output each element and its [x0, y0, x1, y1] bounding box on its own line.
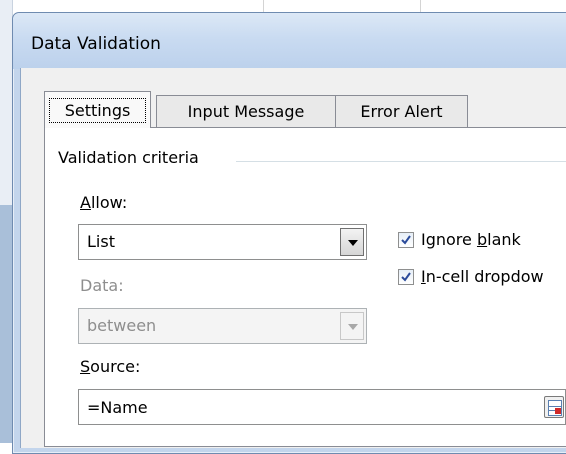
ignore-blank-checkbox[interactable] [398, 232, 414, 248]
ignore-blank-label[interactable]: Ignore blank [421, 230, 521, 249]
checkmark-icon [401, 272, 411, 282]
source-label: Source: [80, 357, 141, 376]
checkmark-icon [401, 235, 411, 245]
tab-input-message-label: Input Message [187, 102, 305, 121]
validation-criteria-title: Validation criteria [58, 148, 207, 167]
tab-error-alert[interactable]: Error Alert [335, 95, 468, 128]
in-cell-dropdown-checkbox[interactable] [398, 269, 414, 285]
tab-input-message[interactable]: Input Message [156, 95, 336, 128]
allow-select[interactable]: List [78, 224, 367, 260]
data-select: between [78, 308, 367, 344]
group-divider [236, 161, 566, 162]
source-input-value: =Name [87, 398, 148, 417]
chevron-down-icon[interactable] [340, 228, 364, 256]
in-cell-dropdown-label[interactable]: In-cell dropdow [421, 267, 544, 286]
data-select-value: between [87, 316, 157, 335]
dialog-title: Data Validation [31, 34, 161, 54]
source-input[interactable]: =Name [78, 389, 566, 425]
data-label: Data: [80, 276, 124, 295]
chevron-down-icon [340, 312, 364, 340]
tab-settings-label: Settings [64, 101, 131, 120]
allow-label: Allow: [80, 193, 128, 212]
collapse-dialog-icon[interactable] [544, 396, 564, 418]
range-arrow-glyph [555, 408, 561, 414]
tab-settings[interactable]: Settings [44, 91, 151, 128]
title-bar[interactable]: Data Validation [13, 13, 566, 69]
allow-select-value: List [87, 232, 115, 251]
tab-error-alert-label: Error Alert [360, 102, 443, 121]
selected-rows-indicator [0, 205, 12, 443]
